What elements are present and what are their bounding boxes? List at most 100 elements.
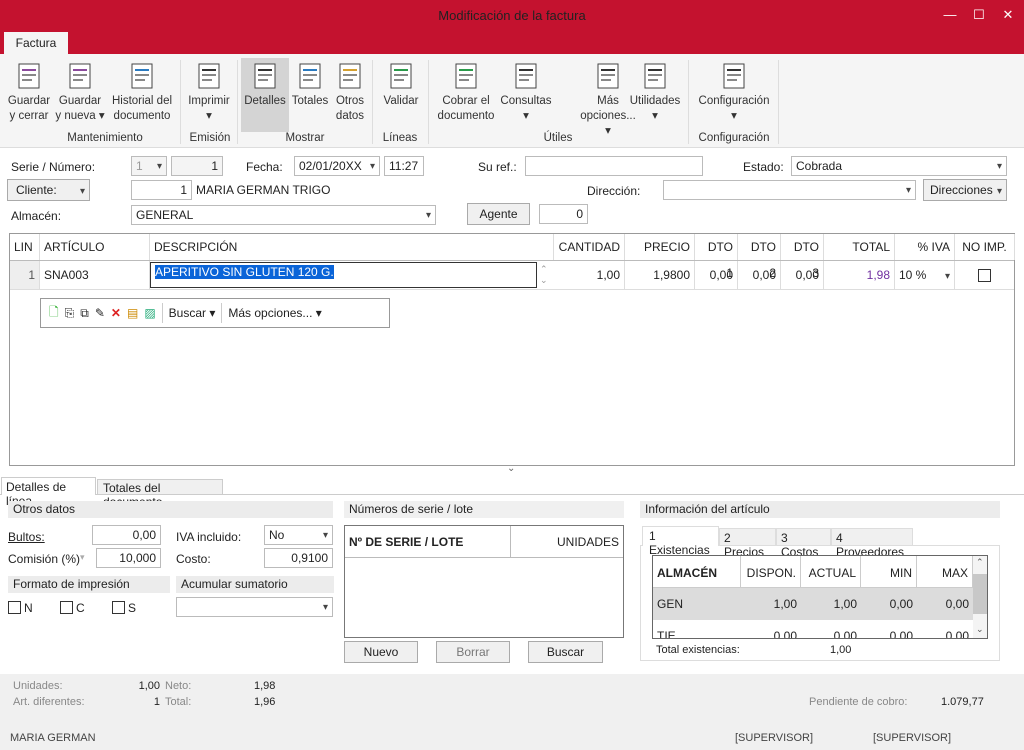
column-header[interactable]: % IVA <box>895 234 955 260</box>
ribbon-label: Utilidades <box>629 95 681 107</box>
cliente-button[interactable]: Cliente: <box>7 179 90 202</box>
ribbon-label: ▾ <box>652 110 658 122</box>
ribbon-tabstrip <box>0 32 1024 54</box>
info-column-header: ALMACÉN <box>653 556 741 588</box>
noimp-checkbox[interactable] <box>978 269 991 282</box>
insert-line-icon[interactable]: ⎘ <box>65 306 75 321</box>
column-header[interactable]: NO IMP. <box>955 234 1015 260</box>
total-existencias-value: 1,00 <box>830 644 852 656</box>
checkbox-s[interactable] <box>112 601 125 614</box>
delete-icon[interactable]: ✕ <box>111 306 121 320</box>
tab-totales-documento[interactable]: Totales del documento <box>97 479 223 509</box>
ribbon-button-5[interactable]: Totales <box>290 58 330 132</box>
scroll-up-icon[interactable]: ⌃ <box>976 557 984 568</box>
descripcion-editor[interactable]: APERITIVO SIN GLUTEN 120 G. <box>150 262 537 288</box>
image-icon[interactable]: ▨ <box>144 306 155 320</box>
costo-label: Costo: <box>176 552 211 566</box>
serie-lote-header: Números de serie / lote <box>344 501 624 518</box>
neto-label: Neto: <box>165 680 192 692</box>
scroll-down-icon[interactable]: ⌄ <box>976 624 984 635</box>
col-unidades: UNIDADES <box>511 526 623 558</box>
estado-select[interactable]: Cobrada <box>791 156 1007 176</box>
numero-field[interactable]: 1 <box>171 156 223 176</box>
column-header[interactable]: TOTAL <box>824 234 895 260</box>
ribbon-button-0[interactable]: Guardar y cerrar <box>4 58 54 132</box>
ribbon-label: ▾ <box>523 110 529 122</box>
cell-cantidad[interactable]: 1,00 <box>554 261 625 289</box>
cliente-name: MARIA GERMAN TRIGO <box>196 183 331 197</box>
notes-icon[interactable]: ▤ <box>127 306 138 320</box>
ribbon-button-4[interactable]: Detalles <box>241 58 289 132</box>
cell-dto2[interactable]: 0,00 <box>738 261 781 289</box>
buscar-button[interactable]: Buscar <box>528 641 603 663</box>
serie-select[interactable]: 1 <box>131 156 167 176</box>
comision-dropdown-icon[interactable]: ▾ <box>80 552 85 563</box>
acumular-select[interactable] <box>176 597 333 617</box>
checkbox-c[interactable] <box>60 601 73 614</box>
suref-field[interactable] <box>525 156 703 176</box>
window-title: Modificación de la factura <box>438 8 586 23</box>
agente-field[interactable]: 0 <box>539 204 588 224</box>
cell-dto1[interactable]: 0,00 <box>695 261 738 289</box>
ribbon-button-7[interactable]: Validar <box>378 58 424 132</box>
maximize-button[interactable]: ☐ <box>967 4 991 26</box>
ribbon-label: Guardar <box>58 95 102 107</box>
ribbon-button-2[interactable]: Historial del documento <box>108 58 176 132</box>
column-header[interactable]: DTO 3 <box>781 234 824 280</box>
ribbon-button-11[interactable]: Utilidades ▾ <box>626 58 684 132</box>
tab-detalles-linea[interactable]: Detalles de línea <box>1 477 96 508</box>
costo-field[interactable]: 0,9100 <box>264 548 333 568</box>
column-header[interactable]: PRECIO <box>625 234 695 260</box>
column-header[interactable]: DTO 1 <box>695 234 738 280</box>
cell-lin: 1 <box>10 261 40 289</box>
cell-articulo[interactable]: SNA003 <box>40 261 150 289</box>
column-header[interactable]: DESCRIPCIÓN <box>150 234 554 260</box>
ribbon-button-12[interactable]: Configuración ▾ <box>692 58 776 132</box>
column-header[interactable]: LIN <box>10 234 40 260</box>
buscar-menu[interactable]: Buscar ▾ <box>169 306 216 320</box>
new-line-icon[interactable]: 🗋 <box>49 303 59 324</box>
column-header[interactable]: DTO 2 <box>738 234 781 280</box>
info-cell: 1,00 <box>801 588 861 620</box>
cell-dto3[interactable]: 0,00 <box>781 261 824 289</box>
mas-opciones-menu[interactable]: Más opciones... ▾ <box>228 306 321 320</box>
close-button[interactable]: ✕ <box>996 4 1020 26</box>
hora-field[interactable]: 11:27 <box>384 156 424 176</box>
ribbon-button-9[interactable]: Consultas ▾ <box>498 58 554 132</box>
tab-proveedores[interactable]: 4 Proveedores <box>831 528 913 559</box>
cliente-code-field[interactable]: 1 <box>131 180 192 200</box>
edit-line-icon[interactable]: ✎ <box>95 306 105 320</box>
splitter-chevron-icon[interactable]: ⌄ <box>507 463 515 474</box>
column-header[interactable]: CANTIDAD <box>554 234 625 260</box>
serie-lote-grid: Nº DE SERIE / LOTE UNIDADES <box>344 525 624 638</box>
fecha-field[interactable]: 02/01/20XX <box>294 156 380 176</box>
ribbon-button-6[interactable]: Otros datos <box>332 58 368 132</box>
spin-icon[interactable]: ⌃ ⌄ <box>540 264 548 286</box>
tab-precios[interactable]: 2 Precios <box>719 528 776 559</box>
ribbon-button-3[interactable]: Imprimir ▾ <box>184 58 234 132</box>
copy-line-icon[interactable]: ⧉ <box>80 306 89 321</box>
checkbox-n[interactable] <box>8 601 21 614</box>
selected-description[interactable]: APERITIVO SIN GLUTEN 120 G. <box>155 265 334 279</box>
comision-field[interactable]: 10,000 <box>96 548 161 568</box>
comision-label: Comisión (%) <box>8 552 81 566</box>
tab-factura[interactable]: Factura <box>4 32 68 54</box>
direcciones-button[interactable]: Direcciones <box>923 179 1007 202</box>
bultos-field[interactable]: 0,00 <box>92 525 161 545</box>
tab-existencias[interactable]: 1 Existencias <box>642 526 719 557</box>
tab-costos[interactable]: 3 Costos <box>776 528 831 559</box>
almacen-select[interactable]: GENERAL <box>131 205 436 225</box>
ribbon-button-1[interactable]: Guardar y nueva ▾ <box>54 58 106 132</box>
minimize-button[interactable]: — <box>938 4 962 26</box>
iva-incluido-select[interactable]: No <box>264 525 333 545</box>
direccion-select[interactable] <box>663 180 916 200</box>
group-label: Mostrar <box>285 132 325 144</box>
nuevo-button[interactable]: Nuevo <box>344 641 418 663</box>
cell-precio[interactable]: 1,9800 <box>625 261 695 289</box>
column-header[interactable]: ARTÍCULO <box>40 234 150 260</box>
cell-iva[interactable]: 10 % <box>895 261 955 291</box>
totals-icon <box>299 63 321 89</box>
borrar-button[interactable]: Borrar <box>436 641 510 663</box>
ribbon-button-8[interactable]: Cobrar el documento <box>434 58 498 132</box>
agente-button[interactable]: Agente <box>467 203 530 225</box>
